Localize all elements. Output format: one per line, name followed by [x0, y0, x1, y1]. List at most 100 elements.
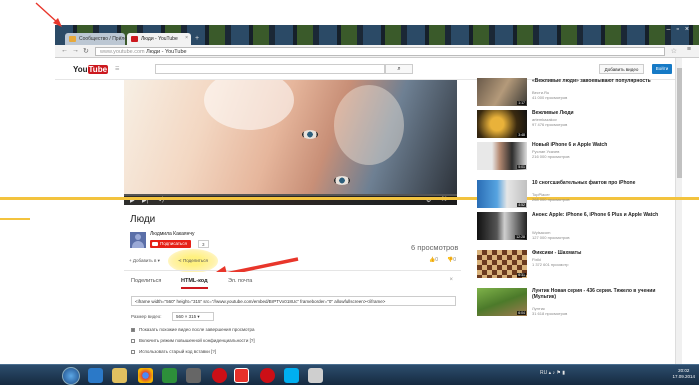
skype-icon[interactable] — [284, 368, 299, 383]
tab-embed[interactable]: HTML-код — [181, 278, 208, 289]
browser-tab-community[interactable]: Сообщество / Прило... × — [65, 33, 131, 45]
scrollbar-thumb[interactable] — [677, 68, 682, 178]
checkbox[interactable] — [131, 338, 135, 343]
related-item[interactable]: 1:17 «Вежливые люди» завоевывают популяр… — [470, 78, 675, 110]
start-button[interactable] — [62, 367, 80, 385]
back-icon[interactable]: ← — [61, 47, 68, 54]
chrome-icon[interactable] — [138, 368, 153, 383]
checkbox[interactable] — [131, 349, 135, 354]
related-title[interactable]: Новый iPhone 6 и Apple Watch — [532, 142, 672, 148]
related-title[interactable]: Лунтик Новая серия - 436 серия. Тяжело в… — [532, 288, 672, 300]
clock-date: 17.09.2014 — [672, 374, 695, 379]
opera-icon[interactable] — [212, 368, 227, 383]
search-icon: ⌕ — [397, 66, 401, 72]
option-old-embed[interactable]: Использовать старый код вставки [?] — [131, 349, 216, 354]
system-tray[interactable]: RU ▴ ♪ ⚑ ▮ — [540, 370, 565, 376]
video-thumbnail[interactable]: 6:04 — [477, 288, 527, 316]
url-title: Люди - YouTube — [144, 49, 187, 55]
like-button[interactable]: 👍0 — [429, 257, 438, 263]
logo-you: You — [73, 65, 88, 74]
guide-menu-icon[interactable]: ☰ — [115, 66, 119, 72]
tab-email[interactable]: Эл. почта — [228, 278, 252, 284]
opera-icon[interactable] — [260, 368, 275, 383]
explorer-icon[interactable] — [112, 368, 127, 383]
browser-menu-icon[interactable]: ≡ — [687, 46, 691, 53]
page-scrollbar[interactable] — [675, 58, 682, 364]
highlight-line-left — [0, 218, 30, 220]
video-thumbnail[interactable]: 5:01 — [477, 142, 527, 170]
add-to-button[interactable]: + Добавить в ▾ — [129, 258, 160, 264]
tab-favicon — [69, 36, 76, 42]
login-button[interactable]: Войти — [652, 64, 672, 74]
related-item[interactable]: 4:52 10 сногсшибательных фактов про iPho… — [470, 180, 675, 212]
related-title[interactable]: 10 сногсшибательных фактов про iPhone — [532, 180, 672, 186]
tab-label: Люди - YouTube — [141, 36, 178, 42]
channel-name[interactable]: Людмила Какаянчу — [150, 231, 195, 237]
related-title[interactable]: Анонс Apple: iPhone 6, iPhone 6 Plus и A… — [532, 212, 672, 218]
related-title[interactable]: «Вежливые люди» завоевывают популярность — [532, 78, 672, 84]
related-title[interactable]: Вежливые Люди — [532, 110, 672, 116]
video-thumbnail[interactable]: 6:31 — [477, 250, 527, 278]
tab-share[interactable]: Поделиться — [131, 278, 161, 284]
tab-label: Сообщество / Прило... — [79, 36, 132, 42]
youtube-logo[interactable]: YouTube — [73, 65, 109, 74]
new-tab-icon[interactable]: + — [195, 35, 199, 42]
video-thumbnail[interactable]: 1:17 — [477, 78, 527, 106]
browser-titlebar: Сообщество / Прило... × Люди - YouTube ×… — [55, 25, 699, 45]
youtube-icon — [152, 242, 158, 246]
close-icon[interactable]: × — [449, 277, 453, 283]
add-to-label: Добавить в — [132, 258, 157, 263]
clock[interactable]: 20:02 17.09.2014 — [672, 368, 695, 380]
related-item[interactable]: 5:01 Новый iPhone 6 и Apple Watch Руслан… — [470, 142, 675, 174]
video-frame-eye — [302, 130, 318, 139]
window-controls[interactable]: –▫× — [667, 26, 695, 33]
forward-icon[interactable]: → — [72, 47, 79, 54]
tab-close-icon[interactable]: × — [119, 35, 122, 41]
checkbox[interactable] — [131, 327, 135, 332]
related-title[interactable]: Фиксики - Шахматы — [532, 250, 672, 256]
avatar-head — [135, 234, 141, 240]
app-icon[interactable] — [162, 368, 177, 383]
option-show-related[interactable]: Показать похожие видео после завершения … — [131, 327, 255, 332]
video-frame-eye — [334, 176, 350, 185]
browser-tab-youtube[interactable]: Люди - YouTube × — [127, 33, 191, 45]
ie-icon[interactable] — [88, 368, 103, 383]
tab-close-icon[interactable]: × — [185, 35, 188, 41]
video-frame-detail — [204, 80, 294, 130]
related-item[interactable]: 12:28 Анонс Apple: iPhone 6, iPhone 6 Pl… — [470, 212, 675, 244]
bookmark-star-icon[interactable]: ☆ — [671, 47, 677, 55]
address-bar[interactable]: www.youtube.com Люди - YouTube — [95, 47, 665, 56]
video-title: Люди — [130, 214, 156, 225]
search-input[interactable] — [155, 64, 385, 74]
related-views: 1 372 601 просмотр — [532, 262, 569, 267]
video-player[interactable]: ▶ ▶| ◄) ⚙ ⛶ — [124, 80, 457, 205]
youtube-favicon — [131, 36, 138, 42]
dislike-button[interactable]: 👎0 — [447, 257, 456, 263]
embed-code-field[interactable]: <iframe width="560" height="315" src="//… — [131, 296, 456, 306]
youtube-header: YouTube ☰ ⌕ Добавить видео Войти — [55, 58, 675, 80]
yandex-icon[interactable] — [234, 368, 249, 383]
channel-avatar[interactable] — [130, 232, 146, 248]
caret-down-icon: ▾ — [196, 314, 200, 319]
related-videos: 1:17 «Вежливые люди» завоевывают популяр… — [470, 78, 675, 364]
video-thumbnail[interactable]: 12:28 — [477, 212, 527, 240]
logo-tube: Tube — [87, 65, 109, 74]
related-views: 97 476 просмотров — [532, 122, 568, 127]
video-size-select[interactable]: 560 × 315 ▾ — [172, 312, 214, 321]
windows-taskbar: RU ▴ ♪ ⚑ ▮ 20:02 17.09.2014 — [0, 364, 699, 385]
related-item[interactable]: 6:31 Фиксики - Шахматы Fixiki 1 372 601 … — [470, 250, 675, 282]
related-item[interactable]: 3:48 Вежливые Люди artemkazakov 97 476 п… — [470, 110, 675, 142]
search-button[interactable]: ⌕ — [385, 64, 413, 74]
option-privacy-mode[interactable]: Включить режим повышенной конфиденциальн… — [131, 338, 255, 343]
app-icon[interactable] — [308, 368, 323, 383]
related-item[interactable]: 6:04 Лунтик Новая серия - 436 серия. Тяж… — [470, 288, 675, 320]
subscribe-button[interactable]: Подписаться — [150, 240, 191, 248]
app-icon[interactable] — [186, 368, 201, 383]
video-thumbnail[interactable]: 4:52 — [477, 180, 527, 208]
video-thumbnail[interactable]: 3:48 — [477, 110, 527, 138]
related-views: 216 000 просмотров — [532, 154, 570, 159]
language-indicator[interactable]: RU — [540, 370, 547, 376]
related-views: 31 618 просмотров — [532, 311, 568, 316]
reload-icon[interactable]: ↻ — [83, 47, 89, 55]
add-video-button[interactable]: Добавить видео — [599, 64, 644, 74]
